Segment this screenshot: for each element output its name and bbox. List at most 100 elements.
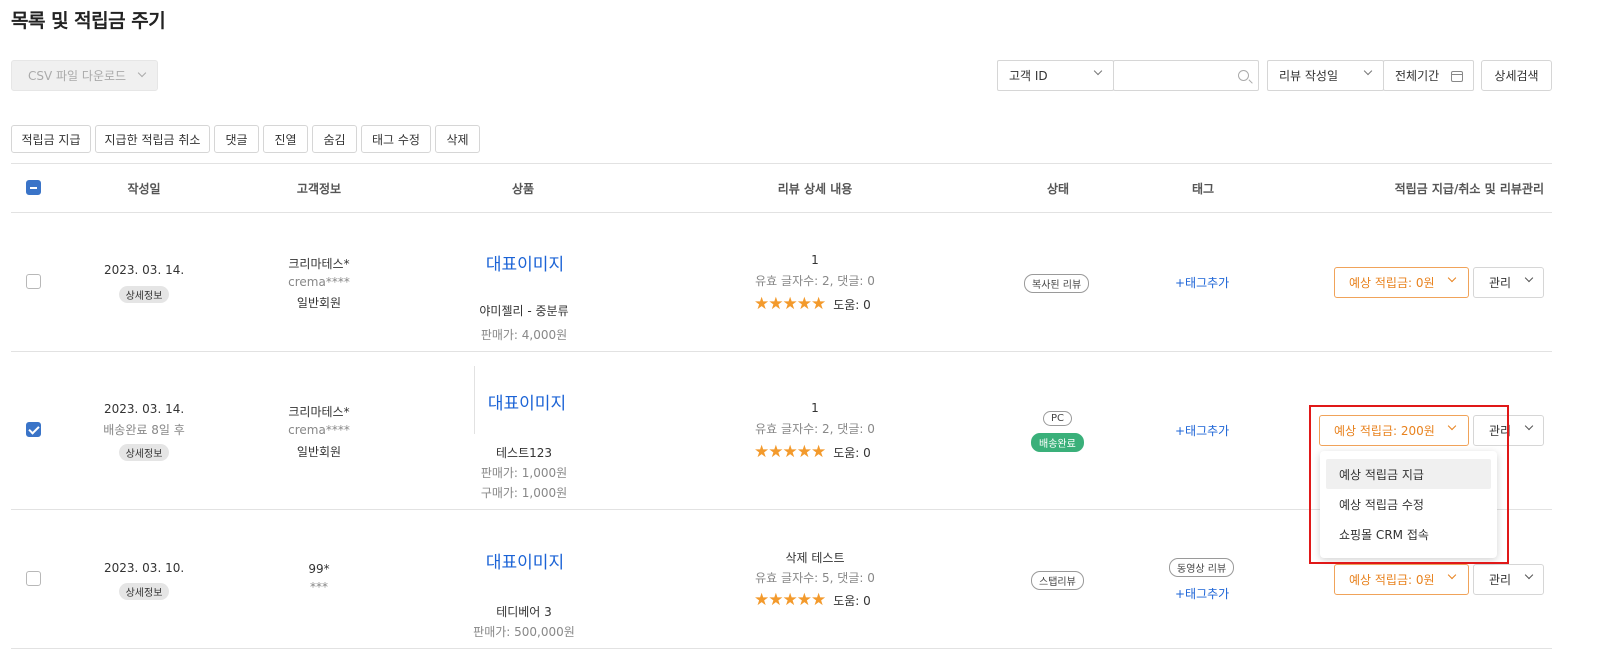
expected-points-button[interactable]: 예상 적립금: 0원 xyxy=(1334,267,1469,298)
row-divider xyxy=(11,351,1552,352)
customer-grade: 일반회원 xyxy=(296,296,342,310)
status-badge: 스탭리뷰 xyxy=(1031,571,1084,590)
column-header-tag: 태그 xyxy=(1191,182,1215,196)
edit-tag-button[interactable]: 태그 수정 xyxy=(361,125,431,153)
product-image[interactable]: 대표이미지 xyxy=(467,389,587,414)
comment-button[interactable]: 댓글 xyxy=(214,125,259,153)
period-select[interactable]: 전체기간 xyxy=(1383,60,1474,91)
column-header-product: 상품 xyxy=(511,182,535,196)
status-badge: PC xyxy=(1043,411,1073,426)
review-meta: 유효 글자수: 5, 댓글: 0 xyxy=(755,571,875,585)
review-title: 삭제 테스트 xyxy=(785,551,845,565)
highlight-box xyxy=(1309,405,1509,564)
review-date: 2023. 03. 14. xyxy=(104,402,185,416)
product-name: 테디베어 3 xyxy=(496,605,552,619)
product-image[interactable]: 대표이미지 xyxy=(465,250,585,275)
status-badge: 복사된 리뷰 xyxy=(1024,274,1090,293)
review-list-page: 목록 및 적립금 주기 CSV 파일 다운로드 고객 ID 리뷰 작성일 전체기… xyxy=(0,0,1600,665)
add-tag-link[interactable]: +태그추가 xyxy=(1175,422,1229,439)
product-price: 판매가: 1,000원 xyxy=(480,466,568,480)
review-meta: 유효 글자수: 2, 댓글: 0 xyxy=(755,422,875,436)
detail-info-badge[interactable]: 상세정보 xyxy=(104,583,184,600)
cancel-points-button[interactable]: 지급한 적립금 취소 xyxy=(95,125,210,153)
row-checkbox[interactable] xyxy=(26,571,41,586)
delivery-after: 배송완료 8일 후 xyxy=(103,423,185,437)
review-rating: ★★★★★ 도움: 0 xyxy=(754,444,871,461)
customer-name: 크리마테스* xyxy=(288,405,350,419)
grant-points-button[interactable]: 적립금 지급 xyxy=(11,125,91,153)
csv-download-button[interactable]: CSV 파일 다운로드 xyxy=(11,60,158,91)
review-date: 2023. 03. 10. xyxy=(104,561,185,575)
star-rating-icon: ★★★★★ xyxy=(754,442,826,462)
column-header-customer: 고객정보 xyxy=(296,182,342,196)
add-tag-link[interactable]: +태그추가 xyxy=(1175,274,1229,291)
table-top-divider xyxy=(11,163,1552,164)
purchase-price: 구매가: 1,000원 xyxy=(480,486,568,500)
search-field-label: 고객 ID xyxy=(1009,69,1048,83)
review-rating: ★★★★★ 도움: 0 xyxy=(754,296,871,313)
expected-points-label: 예상 적립금: 0원 xyxy=(1349,573,1435,587)
detail-info-label: 상세정보 xyxy=(118,286,170,303)
display-button[interactable]: 진열 xyxy=(263,125,308,153)
product-name: 야미젤리 - 중분류 xyxy=(479,304,569,318)
chevron-down-icon xyxy=(1524,273,1534,283)
manage-label: 관리 xyxy=(1489,573,1512,587)
star-rating-icon: ★★★★★ xyxy=(754,294,826,314)
row-checkbox[interactable] xyxy=(26,274,41,289)
select-all-checkbox[interactable] xyxy=(26,180,41,195)
delete-button[interactable]: 삭제 xyxy=(435,125,480,153)
add-tag-link[interactable]: +태그추가 xyxy=(1175,585,1229,602)
manage-button[interactable]: 관리 xyxy=(1473,267,1544,298)
detail-info-label: 상세정보 xyxy=(118,583,170,600)
expected-points-button[interactable]: 예상 적립금: 0원 xyxy=(1334,564,1469,595)
column-header-review: 리뷰 상세 내용 xyxy=(777,182,853,196)
product-price: 판매가: 500,000원 xyxy=(473,625,575,639)
chevron-down-icon xyxy=(1524,570,1534,580)
star-rating-icon: ★★★★★ xyxy=(754,590,826,610)
date-field-label: 리뷰 작성일 xyxy=(1279,69,1339,83)
customer-name: 99* xyxy=(308,562,330,576)
csv-download-label: CSV 파일 다운로드 xyxy=(28,69,127,83)
chevron-down-icon xyxy=(1093,66,1103,76)
detail-info-badge[interactable]: 상세정보 xyxy=(104,444,184,461)
product-name: 테스트123 xyxy=(495,446,553,460)
tag-badge: 동영상 리뷰 xyxy=(1169,558,1235,577)
product-price: 판매가: 4,000원 xyxy=(480,328,568,342)
date-field-select[interactable]: 리뷰 작성일 xyxy=(1267,60,1384,91)
detail-info-label: 상세정보 xyxy=(118,444,170,461)
calendar-icon xyxy=(1451,71,1463,82)
search-field-select[interactable]: 고객 ID xyxy=(997,60,1114,91)
detail-info-badge[interactable]: 상세정보 xyxy=(104,286,184,303)
table-header-divider xyxy=(11,212,1552,213)
chevron-down-icon xyxy=(1447,273,1457,283)
helpful-count: 도움: 0 xyxy=(833,298,871,312)
column-header-points: 적립금 지급/취소 및 리뷰관리 xyxy=(1394,182,1544,196)
review-title: 1 xyxy=(811,401,819,415)
review-rating: ★★★★★ 도움: 0 xyxy=(754,592,871,609)
helpful-count: 도움: 0 xyxy=(833,446,871,460)
period-label: 전체기간 xyxy=(1395,69,1440,83)
helpful-count: 도움: 0 xyxy=(833,594,871,608)
customer-id: crema**** xyxy=(288,423,350,437)
review-title: 1 xyxy=(811,253,819,267)
row-divider xyxy=(11,648,1552,649)
product-image[interactable]: 대표이미지 xyxy=(465,548,585,573)
hide-button[interactable]: 숨김 xyxy=(312,125,357,153)
customer-name: 크리마테스* xyxy=(288,257,350,271)
column-header-date: 작성일 xyxy=(127,182,161,196)
manage-label: 관리 xyxy=(1489,276,1512,290)
review-meta: 유효 글자수: 2, 댓글: 0 xyxy=(755,274,875,288)
chevron-down-icon xyxy=(1447,570,1457,580)
chevron-down-icon xyxy=(1363,66,1373,76)
column-header-status: 상태 xyxy=(1046,182,1070,196)
manage-button[interactable]: 관리 xyxy=(1473,564,1544,595)
search-icon xyxy=(1238,70,1249,81)
chevron-down-icon xyxy=(1524,421,1534,431)
customer-id: crema**** xyxy=(288,275,350,289)
customer-id: *** xyxy=(310,580,328,594)
review-date: 2023. 03. 14. xyxy=(104,263,185,277)
search-input[interactable] xyxy=(1113,60,1259,91)
detail-search-button[interactable]: 상세검색 xyxy=(1481,60,1552,91)
row-checkbox[interactable] xyxy=(26,422,41,437)
status-badge: 배송완료 xyxy=(1031,433,1084,452)
